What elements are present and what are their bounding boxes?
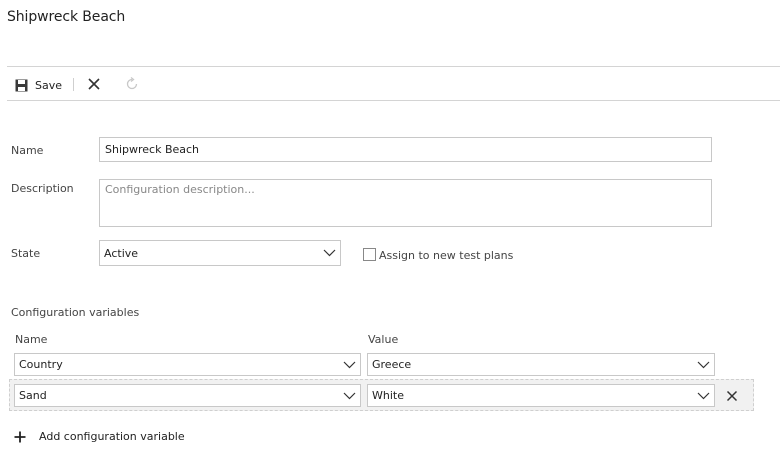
variable-value-dropdown[interactable]: White xyxy=(367,384,715,407)
close-icon[interactable] xyxy=(87,77,101,91)
toolbar-separator xyxy=(73,78,74,91)
header-divider xyxy=(7,66,780,67)
chevron-down-icon xyxy=(323,249,336,257)
chevron-down-icon xyxy=(697,361,710,368)
variable-value-value: White xyxy=(372,389,404,402)
variable-name-dropdown[interactable]: Country xyxy=(14,353,361,376)
chevron-down-icon xyxy=(343,392,356,399)
variable-name-value: Sand xyxy=(19,389,47,402)
toolbar-divider xyxy=(7,100,780,101)
variable-value-header: Value xyxy=(368,333,399,346)
description-label: Description xyxy=(11,182,74,195)
refresh-icon[interactable] xyxy=(124,76,140,92)
variable-name-header: Name xyxy=(15,333,48,346)
description-placeholder: Configuration description... xyxy=(105,183,255,196)
name-field[interactable]: Shipwreck Beach xyxy=(99,137,712,162)
name-value: Shipwreck Beach xyxy=(105,143,200,156)
variable-value-dropdown[interactable]: Greece xyxy=(367,353,715,376)
assign-checkbox-group[interactable]: Assign to new test plans xyxy=(363,247,513,262)
chevron-down-icon xyxy=(343,361,356,368)
variable-name-dropdown[interactable]: Sand xyxy=(14,384,361,407)
name-label: Name xyxy=(11,144,44,157)
assign-label: Assign to new test plans xyxy=(379,249,514,262)
save-button[interactable]: Save xyxy=(15,77,62,93)
variable-name-value: Country xyxy=(19,358,63,371)
variable-value-value: Greece xyxy=(372,358,412,371)
state-label: State xyxy=(11,247,41,260)
add-variable-button[interactable]: Add configuration variable xyxy=(14,430,185,443)
chevron-down-icon xyxy=(697,392,710,399)
assign-checkbox[interactable] xyxy=(363,248,376,261)
save-icon xyxy=(15,79,28,91)
page-title: Shipwreck Beach xyxy=(7,9,126,25)
state-dropdown[interactable]: Active xyxy=(99,240,341,266)
config-variables-heading: Configuration variables xyxy=(11,306,140,319)
description-field[interactable]: Configuration description... xyxy=(99,179,712,227)
state-value: Active xyxy=(104,246,139,260)
add-variable-label: Add configuration variable xyxy=(39,430,185,443)
delete-variable-icon[interactable] xyxy=(725,389,739,403)
plus-icon xyxy=(14,431,26,442)
save-label: Save xyxy=(35,78,63,92)
